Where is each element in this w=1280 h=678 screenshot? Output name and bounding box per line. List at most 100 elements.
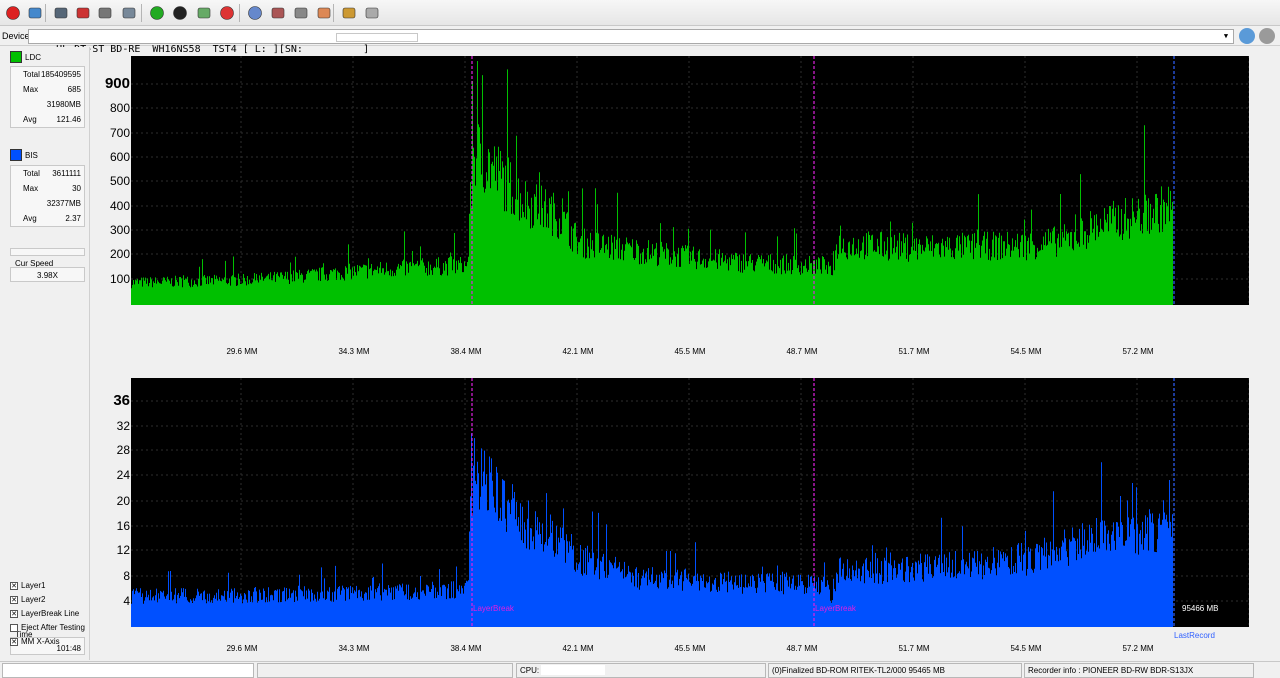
refresh-device-icon[interactable] — [1239, 28, 1255, 44]
speed-value: 3.98X — [37, 271, 58, 280]
y-tick-label: 24 — [116, 468, 130, 482]
bis-swatch — [10, 149, 22, 161]
checkbox[interactable]: ✕ — [10, 581, 18, 590]
option-layerbreak-line[interactable]: ✕ LayerBreak Line — [10, 609, 79, 618]
ldc-avg-label: Avg — [23, 115, 37, 124]
info-icon[interactable] — [1259, 28, 1275, 44]
chart-icon[interactable] — [339, 3, 359, 23]
x-tick-label: 29.6 MM — [226, 347, 258, 356]
y-tick-label: 8 — [123, 569, 130, 583]
ldc-series — [131, 124, 1173, 305]
disc-icon[interactable] — [245, 3, 265, 23]
stop-icon[interactable] — [217, 3, 237, 23]
ldc-max-label: Max — [23, 85, 39, 94]
y-tick-label: 800 — [109, 101, 130, 115]
toolbar-separator — [333, 4, 334, 22]
drive-info-icon[interactable] — [51, 3, 71, 23]
device-select[interactable]: HL-DT-ST BD-RE WH16NS58 TST4 [ L: ][SN: … — [28, 29, 1234, 55]
scan-icon[interactable] — [170, 3, 190, 23]
ldc-max-position: 31980MB — [46, 100, 81, 109]
copy-disc-icon[interactable] — [119, 3, 139, 23]
checkbox[interactable]: ✕ — [10, 637, 18, 646]
refresh-icon[interactable] — [147, 3, 167, 23]
option-layer2[interactable]: ✕ Layer2 — [10, 595, 45, 604]
toolbar — [0, 0, 1280, 26]
eject-icon[interactable] — [362, 3, 382, 23]
option-mm-x-axis[interactable]: ✕ MM X-Axis — [10, 637, 60, 646]
burn-icon[interactable] — [268, 3, 288, 23]
end-mb-label: 95466 MB — [1182, 604, 1219, 613]
y-tick-label: 100 — [109, 272, 130, 286]
speed-panel: 3.98X — [10, 267, 85, 282]
bis-legend-label: BIS — [25, 150, 38, 160]
option-eject-after-testing[interactable]: Eject After Testing — [10, 623, 85, 632]
y-tick-label: 500 — [109, 174, 130, 188]
checkbox[interactable]: ✕ — [10, 595, 18, 604]
status-bar: CPU: (0)Finalized BD-ROM RITEK-TL2/000 9… — [0, 661, 1280, 678]
last-record-label: LastRecord — [1174, 631, 1215, 640]
y-tick-label: 32 — [116, 419, 130, 433]
erase-icon[interactable] — [73, 3, 93, 23]
x-tick-label: 34.3 MM — [338, 347, 370, 356]
checkbox[interactable]: ✕ — [10, 609, 18, 618]
x-tick-label: 51.7 MM — [898, 347, 930, 356]
x-tick-label: 29.6 MM — [226, 644, 258, 653]
bis-max-position: 32377MB — [46, 199, 81, 208]
checkbox-label: MM X-Axis — [21, 637, 60, 646]
x-tick-label: 45.5 MM — [674, 347, 706, 356]
chevron-down-icon[interactable]: ▼ — [1221, 30, 1231, 43]
serial-field — [336, 33, 418, 42]
write-icon[interactable] — [95, 3, 115, 23]
y-tick-label: 900 — [104, 75, 130, 92]
cpu-label: CPU: — [520, 666, 540, 675]
settings-icon[interactable] — [314, 3, 334, 23]
y-tick-label: 20 — [116, 494, 130, 508]
y-tick-label: 400 — [109, 199, 130, 213]
device-bar: Device: HL-DT-ST BD-RE WH16NS58 TST4 [ L… — [0, 27, 1280, 55]
ldc-stats-panel: Total 185409595 Max 685 31980MB Avg 121.46 — [10, 66, 85, 128]
x-tick-label: 45.5 MM — [674, 644, 706, 653]
x-tick-label: 48.7 MM — [786, 347, 818, 356]
ldc-avg-value: 121.46 — [56, 115, 81, 124]
power-icon[interactable] — [3, 3, 23, 23]
layerbreak-label: LayerBreak — [815, 604, 856, 613]
ldc-chart — [131, 56, 1249, 305]
toolbar-separator — [45, 4, 46, 22]
option-layer1[interactable]: ✕ Layer1 — [10, 581, 45, 590]
bis-legend: BIS — [10, 149, 38, 161]
checkbox[interactable] — [10, 623, 18, 632]
progress-bar — [10, 248, 85, 256]
x-tick-label: 51.7 MM — [898, 644, 930, 653]
y-tick-label: 16 — [116, 519, 130, 533]
x-tick-label: 57.2 MM — [1122, 644, 1154, 653]
ldc-swatch — [10, 51, 22, 63]
bis-stats-panel: Total 3611111 Max 30 32377MB Avg 2.37 — [10, 165, 85, 227]
erase-disc-icon[interactable] — [291, 3, 311, 23]
bis-chart: LayerBreak LayerBreak 95466 MB — [131, 378, 1249, 627]
x-tick-label: 54.5 MM — [1010, 644, 1042, 653]
y-tick-label: 300 — [109, 223, 130, 237]
checkbox-label: Eject After Testing — [21, 623, 85, 632]
bis-total-label: Total — [23, 169, 40, 178]
y-tick-label: 28 — [116, 443, 130, 457]
bis-max-value: 30 — [72, 184, 81, 193]
ldc-legend: LDC — [10, 51, 41, 63]
cpu-meter — [541, 665, 605, 675]
x-tick-label: 34.3 MM — [338, 644, 370, 653]
time-value: 101:48 — [56, 644, 81, 653]
y-tick-label: 200 — [109, 247, 130, 261]
x-tick-label: 42.1 MM — [562, 644, 594, 653]
bis-max-label: Max — [23, 184, 39, 193]
ldc-legend-label: LDC — [25, 52, 42, 62]
bis-total-value: 3611111 — [52, 169, 81, 178]
disc-search-icon[interactable] — [25, 3, 45, 23]
x-tick-label: 54.5 MM — [1010, 347, 1042, 356]
bis-series — [131, 438, 1173, 627]
y-tick-label: 700 — [109, 126, 130, 140]
status-message — [257, 663, 513, 678]
x-tick-label: 38.4 MM — [450, 347, 482, 356]
bis-avg-label: Avg — [23, 214, 37, 223]
test-icon[interactable] — [194, 3, 214, 23]
x-tick-label: 48.7 MM — [786, 644, 818, 653]
toolbar-separator — [239, 4, 240, 22]
